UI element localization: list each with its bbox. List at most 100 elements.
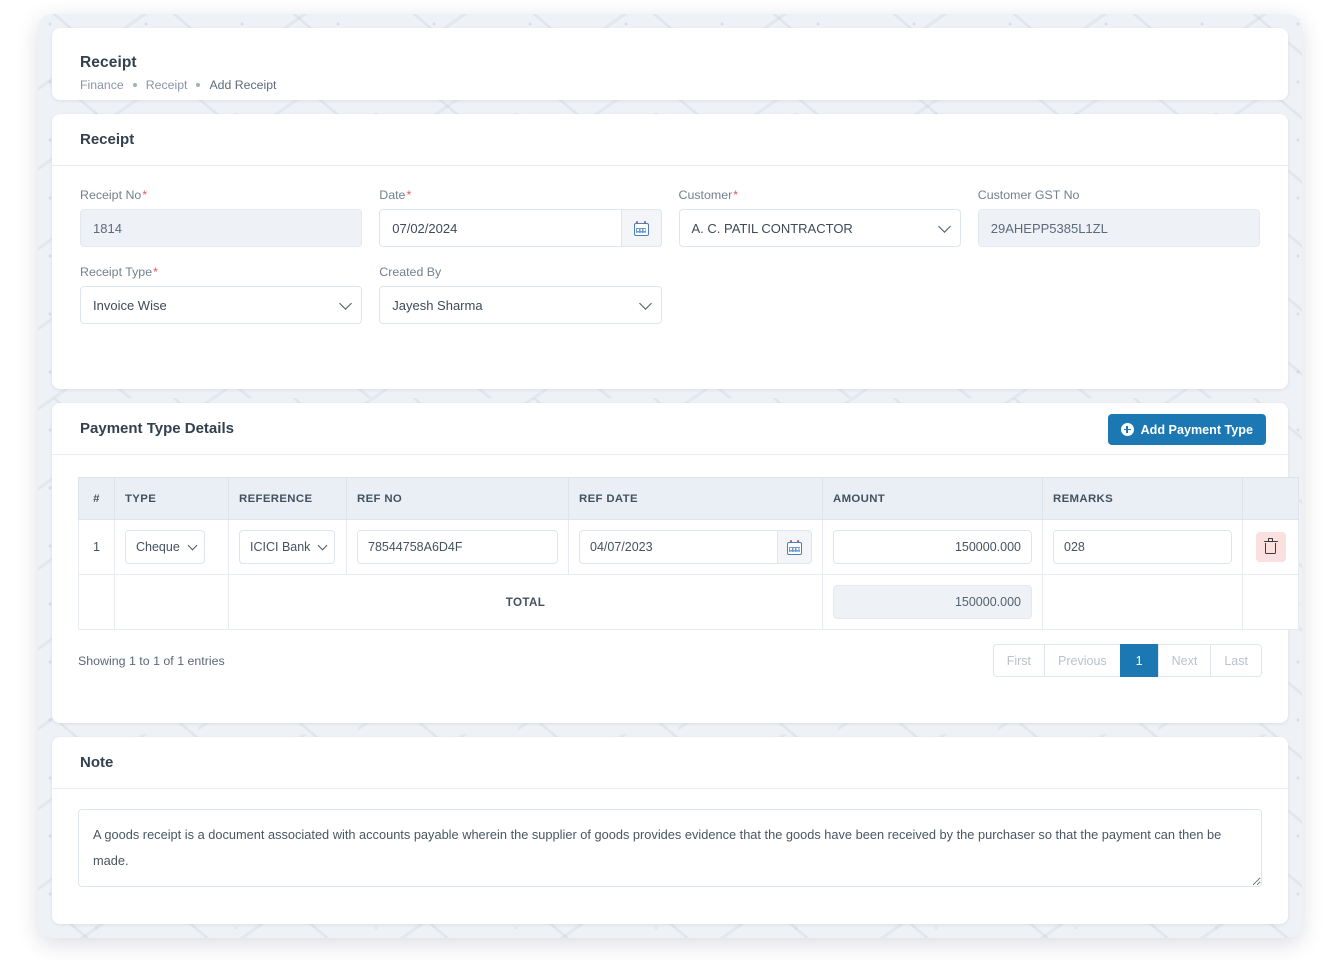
cell-amount: 150000.000 [823, 520, 1043, 575]
date-input-group: 07/02/2024 [379, 209, 661, 247]
pagination-first[interactable]: First [993, 644, 1044, 677]
receipt-type-select-value: Invoice Wise [93, 298, 167, 313]
payment-table-body: 1 Cheque ICICI Bank [79, 520, 1299, 630]
date-label: Date* [379, 188, 661, 202]
row-type-value: Cheque [136, 540, 180, 554]
date-picker-button[interactable] [622, 209, 662, 247]
total-spacer [115, 575, 229, 630]
column-header-index: # [79, 478, 115, 520]
payment-table: # TYPE REFERENCE REF NO REF DATE AMOUNT … [78, 477, 1299, 630]
delete-row-button[interactable] [1256, 532, 1286, 562]
page-title: Receipt [80, 54, 137, 72]
receipt-no-label-text: Receipt No [80, 188, 141, 202]
row-reference-select[interactable]: ICICI Bank [239, 530, 335, 564]
pagination-previous[interactable]: Previous [1044, 644, 1120, 677]
add-payment-type-label: Add Payment Type [1141, 423, 1253, 437]
form-spacer [679, 265, 961, 324]
total-amount-input: 150000.000 [833, 585, 1032, 619]
receipt-form-card: Receipt Receipt No* 1814 Date* [52, 114, 1288, 389]
customer-select-value: A. C. PATIL CONTRACTOR [692, 221, 853, 236]
field-date: Date* 07/02/2024 [379, 188, 661, 247]
row-index: 1 [79, 520, 115, 575]
required-asterisk: * [733, 188, 738, 202]
date-input[interactable]: 07/02/2024 [379, 209, 621, 247]
note-card-title: Note [80, 754, 113, 771]
entries-info: Showing 1 to 1 of 1 entries [78, 654, 225, 668]
customer-gst-no-label: Customer GST No [978, 188, 1260, 202]
total-label: TOTAL [229, 575, 823, 630]
note-card: Note [52, 737, 1288, 924]
created-by-label: Created By [379, 265, 661, 279]
field-receipt-no: Receipt No* 1814 [80, 188, 362, 247]
note-textarea[interactable] [78, 809, 1262, 887]
column-header-ref-date: REF DATE [569, 478, 823, 520]
table-total-row: TOTAL 150000.000 [79, 575, 1299, 630]
required-asterisk: * [153, 265, 158, 279]
receipt-type-label-text: Receipt Type [80, 265, 152, 279]
payment-table-wrapper: # TYPE REFERENCE REF NO REF DATE AMOUNT … [52, 455, 1288, 630]
chevron-down-icon [639, 297, 652, 310]
form-row-1: Receipt No* 1814 Date* 07/02/2024 [80, 188, 1260, 247]
breadcrumb: Finance Receipt Add Receipt [80, 78, 276, 92]
column-header-amount: AMOUNT [823, 478, 1043, 520]
row-reference-value: ICICI Bank [250, 540, 310, 554]
payment-table-head: # TYPE REFERENCE REF NO REF DATE AMOUNT … [79, 478, 1299, 520]
receipt-type-select[interactable]: Invoice Wise [80, 286, 362, 324]
row-amount-input[interactable]: 150000.000 [833, 530, 1032, 564]
created-by-select-value: Jayesh Sharma [392, 298, 482, 313]
form-row-2: Receipt Type* Invoice Wise Created By Ja… [80, 265, 1260, 324]
payment-card-title: Payment Type Details [80, 420, 234, 437]
row-ref-no-input[interactable]: 78544758A6D4F [357, 530, 558, 564]
app-surface: Receipt Finance Receipt Add Receipt Rece… [38, 14, 1302, 938]
row-ref-date-input[interactable]: 04/07/2023 [579, 530, 778, 564]
pagination-next[interactable]: Next [1158, 644, 1211, 677]
pagination-last[interactable]: Last [1210, 644, 1262, 677]
total-spacer [1043, 575, 1243, 630]
chevron-down-icon [938, 220, 951, 233]
pagination: First Previous 1 Next Last [993, 644, 1262, 677]
cell-remarks: 028 [1043, 520, 1243, 575]
customer-gst-no-input[interactable]: 29AHEPP5385L1ZL [978, 209, 1260, 247]
breadcrumb-item-finance[interactable]: Finance [80, 78, 124, 92]
calendar-icon [787, 540, 802, 555]
column-header-type: TYPE [115, 478, 229, 520]
table-header-row: # TYPE REFERENCE REF NO REF DATE AMOUNT … [79, 478, 1299, 520]
add-payment-type-button[interactable]: Add Payment Type [1108, 414, 1266, 445]
form-spacer [978, 265, 1260, 324]
date-label-text: Date [379, 188, 405, 202]
required-asterisk: * [142, 188, 147, 202]
chevron-down-icon [187, 541, 197, 551]
field-receipt-type: Receipt Type* Invoice Wise [80, 265, 362, 324]
payment-table-footer: Showing 1 to 1 of 1 entries First Previo… [52, 630, 1288, 677]
cell-ref-date: 04/07/2023 [569, 520, 823, 575]
created-by-select[interactable]: Jayesh Sharma [379, 286, 661, 324]
field-customer-gst-no: Customer GST No 29AHEPP5385L1ZL [978, 188, 1260, 247]
column-header-actions [1243, 478, 1299, 520]
customer-label: Customer* [679, 188, 961, 202]
customer-select[interactable]: A. C. PATIL CONTRACTOR [679, 209, 961, 247]
receipt-card-title: Receipt [80, 131, 134, 148]
calendar-icon [634, 221, 649, 236]
row-remarks-input[interactable]: 028 [1053, 530, 1232, 564]
row-ref-date-group: 04/07/2023 [579, 530, 812, 564]
row-date-picker-button[interactable] [778, 530, 812, 564]
required-asterisk: * [406, 188, 411, 202]
pagination-page-1[interactable]: 1 [1120, 644, 1158, 677]
cell-actions [1243, 520, 1299, 575]
row-type-select[interactable]: Cheque [125, 530, 205, 564]
receipt-type-label: Receipt Type* [80, 265, 362, 279]
receipt-card-header: Receipt [52, 114, 1288, 166]
field-customer: Customer* A. C. PATIL CONTRACTOR [679, 188, 961, 247]
chevron-down-icon [339, 297, 352, 310]
breadcrumb-item-receipt[interactable]: Receipt [146, 78, 188, 92]
field-created-by: Created By Jayesh Sharma [379, 265, 661, 324]
column-header-remarks: REMARKS [1043, 478, 1243, 520]
page-root: Receipt Finance Receipt Add Receipt Rece… [0, 0, 1340, 960]
table-row: 1 Cheque ICICI Bank [79, 520, 1299, 575]
payment-type-details-card: Payment Type Details Add Payment Type # [52, 403, 1288, 723]
cell-reference: ICICI Bank [229, 520, 347, 575]
receipt-no-input[interactable]: 1814 [80, 209, 362, 247]
cell-type: Cheque [115, 520, 229, 575]
column-header-reference: REFERENCE [229, 478, 347, 520]
trash-icon [1265, 541, 1276, 554]
